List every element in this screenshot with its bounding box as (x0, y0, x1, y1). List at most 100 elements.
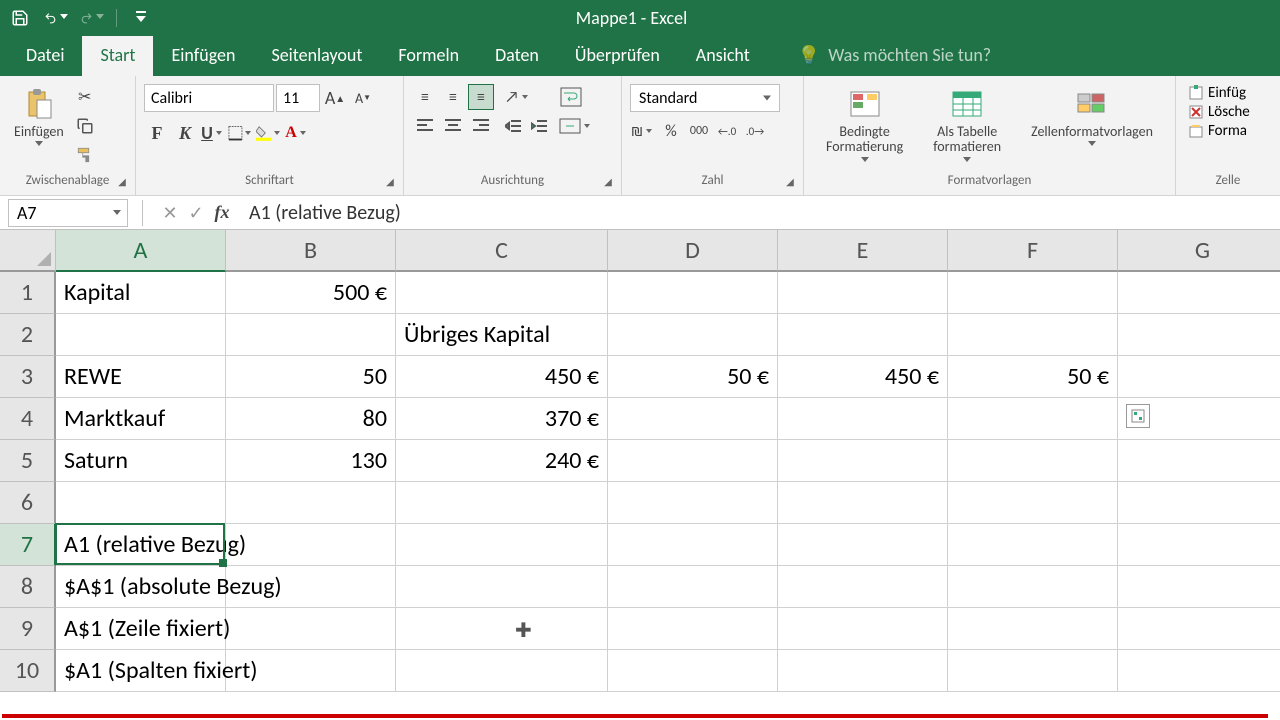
undo-icon[interactable] (44, 6, 68, 30)
shrink-font-icon[interactable]: A▼ (350, 85, 376, 111)
cell[interactable] (56, 314, 226, 356)
cell[interactable]: $A$1 (absolute Bezug) (56, 566, 226, 608)
cell[interactable] (1118, 482, 1280, 524)
cell[interactable] (226, 566, 396, 608)
cell[interactable] (948, 566, 1118, 608)
increase-decimal-icon[interactable]: ←.0 (714, 118, 740, 144)
cell[interactable]: $A1 (Spalten fixiert) (56, 650, 226, 692)
cell[interactable] (1118, 356, 1280, 398)
row-header[interactable]: 5 (0, 440, 56, 482)
bold-button[interactable]: F (144, 120, 170, 146)
cell[interactable] (778, 314, 948, 356)
cut-icon[interactable]: ✂ (72, 84, 98, 110)
font-size-input[interactable]: 11 (276, 84, 320, 112)
decrease-decimal-icon[interactable]: .0→ (742, 118, 768, 144)
enter-icon[interactable]: ✓ (183, 200, 209, 226)
align-bottom-icon[interactable]: ≡ (468, 84, 494, 110)
cell[interactable]: 50 € (608, 356, 778, 398)
cell[interactable] (948, 608, 1118, 650)
cell[interactable] (608, 398, 778, 440)
cell[interactable] (948, 524, 1118, 566)
tab-formeln[interactable]: Formeln (380, 36, 477, 76)
fill-color-icon[interactable] (256, 120, 282, 146)
cell[interactable]: Übriges Kapital (396, 314, 608, 356)
cell[interactable]: REWE (56, 356, 226, 398)
cell[interactable] (948, 650, 1118, 692)
cell[interactable]: 50 (226, 356, 396, 398)
cell[interactable] (226, 482, 396, 524)
cell[interactable]: 500 € (226, 272, 396, 314)
row-header[interactable]: 6 (0, 482, 56, 524)
cell[interactable]: 240 € (396, 440, 608, 482)
cell[interactable] (608, 566, 778, 608)
comma-format-icon[interactable]: 000 (686, 118, 712, 144)
accounting-format-icon[interactable]: ₪ (630, 118, 656, 144)
tab-seitenlayout[interactable]: Seitenlayout (253, 36, 380, 76)
underline-button[interactable]: U (200, 120, 226, 146)
tab-ueberpruefen[interactable]: Überprüfen (557, 36, 678, 76)
save-icon[interactable] (8, 6, 32, 30)
cell[interactable] (608, 650, 778, 692)
tell-me-search[interactable]: 💡 Was möchten Sie tun? (780, 36, 1009, 76)
cell[interactable] (948, 398, 1118, 440)
autofill-options-icon[interactable] (1126, 404, 1150, 428)
paste-button[interactable]: Einfügen (8, 84, 70, 150)
row-header[interactable]: 2 (0, 314, 56, 356)
qat-customize-icon[interactable] (129, 6, 153, 30)
cell[interactable] (608, 440, 778, 482)
column-header[interactable]: E (778, 230, 948, 272)
cell[interactable] (948, 272, 1118, 314)
cell[interactable] (948, 482, 1118, 524)
name-box[interactable]: A7 (8, 199, 128, 227)
tab-daten[interactable]: Daten (477, 36, 557, 76)
increase-indent-icon[interactable] (526, 113, 552, 139)
cell[interactable] (1118, 608, 1280, 650)
number-launcher-icon[interactable]: ◢ (783, 175, 797, 189)
fx-icon[interactable]: fx (209, 200, 235, 226)
cell[interactable] (396, 650, 608, 692)
percent-format-icon[interactable]: % (658, 118, 684, 144)
clipboard-launcher-icon[interactable]: ◢ (115, 175, 129, 189)
cell[interactable]: 450 € (396, 356, 608, 398)
column-header[interactable]: A (56, 230, 226, 272)
orientation-icon[interactable]: ↗ (500, 84, 536, 110)
cells-delete-button[interactable]: Lösche (1188, 103, 1250, 121)
column-header[interactable]: C (396, 230, 608, 272)
number-format-combo[interactable]: Standard (630, 84, 780, 112)
cell[interactable] (778, 482, 948, 524)
cell[interactable] (396, 482, 608, 524)
cell[interactable] (1118, 440, 1280, 482)
column-header[interactable]: G (1118, 230, 1280, 272)
copy-icon[interactable] (72, 113, 98, 139)
cell[interactable]: A1 (relative Bezug) (56, 524, 226, 566)
cells-grid[interactable]: Kapital500 €Übriges KapitalREWE50450 €50… (56, 272, 1280, 692)
decrease-indent-icon[interactable] (500, 113, 526, 139)
cell[interactable] (1118, 650, 1280, 692)
cell[interactable] (608, 272, 778, 314)
cell[interactable] (778, 566, 948, 608)
cell[interactable] (226, 314, 396, 356)
column-header[interactable]: B (226, 230, 396, 272)
row-header[interactable]: 1 (0, 272, 56, 314)
cell[interactable]: 130 (226, 440, 396, 482)
wrap-text-icon[interactable] (558, 84, 584, 110)
conditional-formatting-button[interactable]: Bedingte Formatierung (820, 84, 909, 166)
align-center-icon[interactable] (440, 112, 466, 138)
cell[interactable] (1118, 524, 1280, 566)
column-header[interactable]: D (608, 230, 778, 272)
row-header[interactable]: 10 (0, 650, 56, 692)
align-top-icon[interactable]: ≡ (412, 84, 438, 110)
cell[interactable] (226, 524, 396, 566)
row-header[interactable]: 9 (0, 608, 56, 650)
cell[interactable] (608, 608, 778, 650)
alignment-launcher-icon[interactable]: ◢ (601, 175, 615, 189)
cell[interactable] (226, 650, 396, 692)
cell[interactable] (948, 314, 1118, 356)
tab-start[interactable]: Start (82, 36, 153, 76)
column-header[interactable]: F (948, 230, 1118, 272)
grow-font-icon[interactable]: A▲ (322, 85, 348, 111)
cell[interactable]: 370 € (396, 398, 608, 440)
cell[interactable] (396, 608, 608, 650)
italic-button[interactable]: K (172, 120, 198, 146)
borders-icon[interactable] (228, 120, 254, 146)
